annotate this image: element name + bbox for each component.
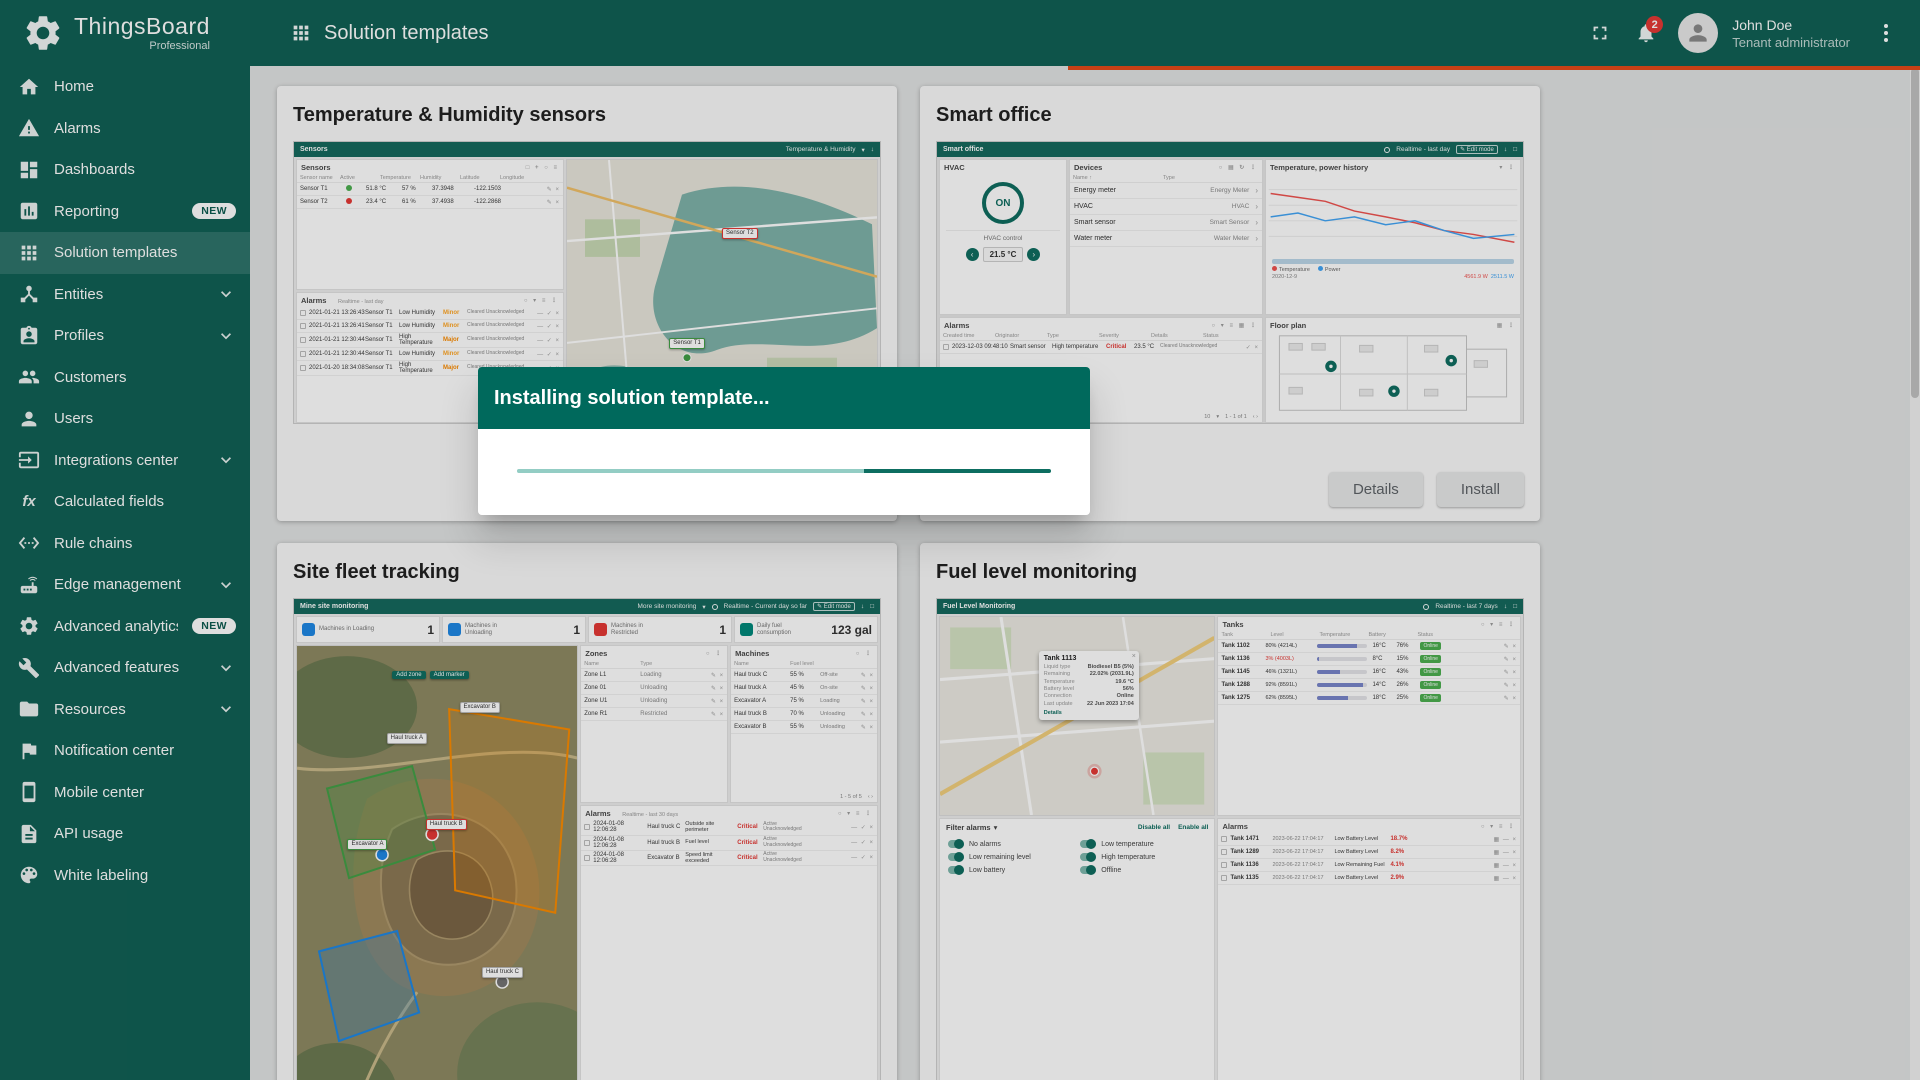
modal-backdrop xyxy=(0,0,1920,1080)
dialog-title: Installing solution template... xyxy=(478,367,1090,429)
thingsboard-app: ThingsBoard Professional Solution templa… xyxy=(0,0,1920,1080)
install-progress-dialog: Installing solution template... xyxy=(478,367,1090,515)
install-progress-bar xyxy=(517,469,1051,473)
